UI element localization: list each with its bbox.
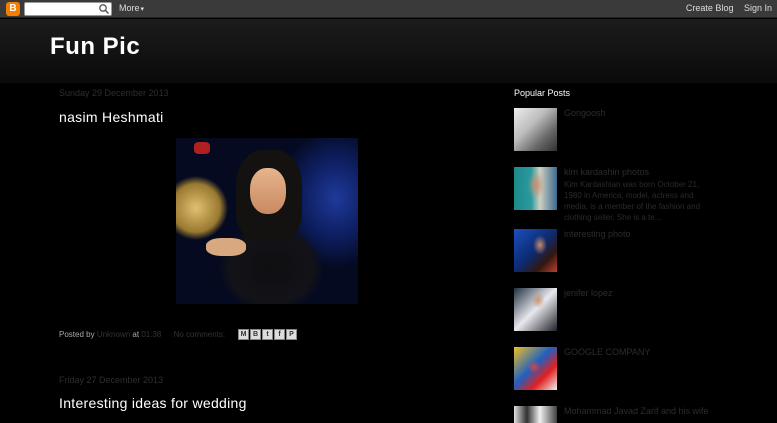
post-footer: Posted by Unknown at 01:38 No comments: xyxy=(59,330,225,339)
popular-post-title[interactable]: GOOGLE COMPANY xyxy=(564,347,650,357)
share-buttons: M B t f P xyxy=(238,329,298,340)
sign-in-link[interactable]: Sign In xyxy=(744,3,772,13)
author-link[interactable]: Unknown xyxy=(97,330,130,339)
blogthis-share-icon[interactable]: B xyxy=(250,329,261,340)
post-thumbnail[interactable] xyxy=(514,288,557,331)
blogger-logo-icon[interactable]: B xyxy=(6,2,20,16)
popular-post-title[interactable]: Gongoosh xyxy=(564,108,606,118)
create-blog-link[interactable]: Create Blog xyxy=(686,3,734,13)
post-thumbnail[interactable] xyxy=(514,347,557,390)
posted-by-label: Posted by xyxy=(59,330,95,339)
popular-post-snippet: Kim Kardashian was born October 21, 1980… xyxy=(564,180,701,222)
post-title[interactable]: nasim Heshmati xyxy=(59,109,164,125)
comments-link[interactable]: No comments: xyxy=(174,330,226,339)
blog-header: Fun Pic xyxy=(0,19,777,83)
popular-post-title[interactable]: Mohammad Javad Zarif and his wife xyxy=(564,406,709,416)
navbar-actions: Create Blog Sign In xyxy=(678,3,772,13)
popular-post-title[interactable]: jenifer lopez xyxy=(564,288,613,298)
more-label: More xyxy=(119,3,140,13)
more-menu-button[interactable]: More▾ xyxy=(119,3,144,13)
post-date: Friday 27 December 2013 xyxy=(59,375,164,385)
popular-posts-title: Popular Posts xyxy=(514,88,571,98)
image-detail xyxy=(194,142,210,154)
post-thumbnail[interactable] xyxy=(514,108,557,151)
pinterest-share-icon[interactable]: P xyxy=(286,329,297,340)
caret-down-icon: ▾ xyxy=(140,6,145,13)
at-label: at xyxy=(132,330,140,339)
popular-post-title[interactable]: kim kardashin photos xyxy=(564,167,649,177)
blog-title[interactable]: Fun Pic xyxy=(50,33,140,61)
navbar-search-box[interactable] xyxy=(24,2,112,16)
search-input[interactable] xyxy=(27,3,99,15)
popular-post-title[interactable]: interesting photo xyxy=(564,229,631,239)
email-share-icon[interactable]: M xyxy=(238,329,249,340)
image-detail xyxy=(206,238,246,256)
facebook-share-icon[interactable]: f xyxy=(274,329,285,340)
post-time-link[interactable]: 01:38 xyxy=(141,330,161,339)
image-detail xyxy=(250,168,286,214)
twitter-share-icon[interactable]: t xyxy=(262,329,273,340)
post-image[interactable] xyxy=(176,138,358,304)
post-thumbnail[interactable] xyxy=(514,406,557,423)
post-thumbnail[interactable] xyxy=(514,229,557,272)
search-icon[interactable] xyxy=(98,3,110,15)
post-date: Sunday 29 December 2013 xyxy=(59,88,169,98)
post-thumbnail[interactable] xyxy=(514,167,557,210)
post-title[interactable]: Interesting ideas for wedding xyxy=(59,395,247,411)
blogger-navbar: B More▾ Create Blog Sign In xyxy=(0,0,777,18)
